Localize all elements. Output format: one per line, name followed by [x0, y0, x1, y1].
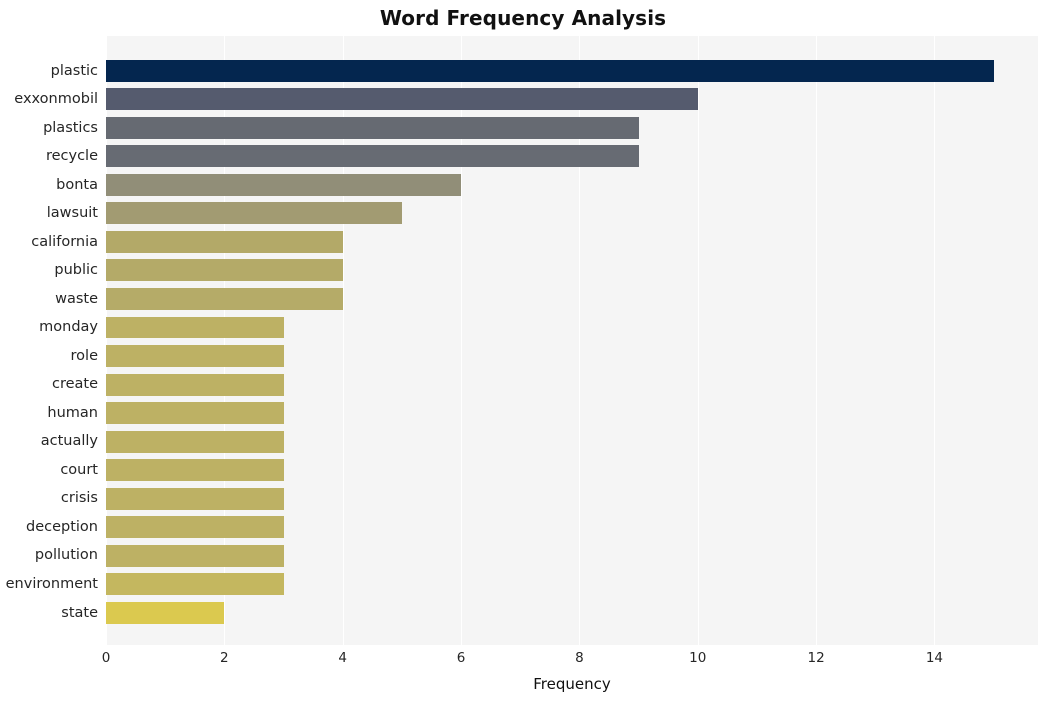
x-axis-tick-10: 10	[689, 650, 707, 666]
y-axis-label-create: create	[51, 376, 98, 393]
bar[interactable]	[106, 202, 402, 225]
bar-row[interactable]	[106, 228, 1038, 257]
x-axis-tick-2: 2	[220, 650, 229, 666]
bar-row[interactable]	[106, 171, 1038, 200]
x-axis-title: Frequency	[533, 675, 611, 693]
y-axis-label-deception: deception	[26, 518, 98, 535]
y-axis-label-california: california	[31, 233, 98, 250]
bar[interactable]	[106, 230, 343, 253]
y-axis-label-public: public	[54, 262, 98, 279]
y-axis-label-role: role	[70, 347, 98, 364]
y-axis-label-court: court	[60, 461, 98, 478]
bar-row[interactable]	[106, 199, 1038, 228]
y-axis-label-lawsuit: lawsuit	[46, 205, 98, 222]
bar[interactable]	[106, 316, 284, 339]
bar-row[interactable]	[106, 456, 1038, 485]
bar[interactable]	[106, 516, 284, 539]
bar[interactable]	[106, 59, 994, 82]
bar-row[interactable]	[106, 570, 1038, 599]
bar[interactable]	[106, 430, 284, 453]
x-axis-tick-14: 14	[925, 650, 944, 666]
bar[interactable]	[106, 544, 284, 567]
y-axis-label-pollution: pollution	[34, 547, 98, 564]
y-axis-label-exxonmobil: exxonmobil	[14, 91, 98, 108]
bar-row[interactable]	[106, 85, 1038, 114]
bar[interactable]	[106, 573, 284, 596]
bar-row[interactable]	[106, 599, 1038, 628]
x-axis-tick-12: 12	[807, 650, 825, 666]
y-axis-label-human: human	[47, 404, 98, 421]
y-axis-label-waste: waste	[55, 290, 98, 307]
bar-row[interactable]	[106, 427, 1038, 456]
y-axis-label-monday: monday	[39, 319, 98, 336]
y-axis-label-plastics: plastics	[43, 119, 98, 136]
x-axis-tick-0: 0	[101, 650, 111, 666]
x-axis-tick-6: 6	[456, 650, 466, 666]
bar[interactable]	[106, 173, 462, 196]
bar[interactable]	[106, 88, 698, 111]
bar[interactable]	[106, 487, 284, 510]
bar-row[interactable]	[106, 57, 1038, 86]
y-axis-label-environment: environment	[5, 575, 98, 592]
word-frequency-chart: Word Frequency Analysis plastic exxonmobi…	[0, 0, 1046, 701]
bar[interactable]	[106, 345, 284, 367]
x-axis-tick-4: 4	[338, 650, 347, 666]
y-axis-labels: plastic exxonmobil plastics recycle bonta law…	[0, 36, 98, 645]
y-axis-label-state: state	[61, 604, 98, 621]
bar-row[interactable]	[106, 114, 1038, 143]
bar[interactable]	[106, 459, 284, 482]
y-axis-label-actually: actually	[40, 433, 98, 450]
x-axis-tick-8: 8	[575, 650, 584, 666]
bar[interactable]	[106, 373, 284, 396]
plot-area	[106, 36, 1038, 645]
y-axis-label-bonta: bonta	[56, 176, 98, 193]
bar-row[interactable]	[106, 142, 1038, 171]
bar[interactable]	[106, 259, 343, 282]
bar[interactable]	[106, 402, 284, 425]
y-axis-label-crisis: crisis	[60, 490, 98, 507]
bar-row[interactable]	[106, 484, 1038, 513]
bar[interactable]	[106, 145, 639, 168]
bar[interactable]	[106, 601, 225, 624]
bar-row[interactable]	[106, 399, 1038, 428]
y-axis-label-recycle: recycle	[45, 148, 98, 165]
bar-row[interactable]	[106, 313, 1038, 342]
chart-title: Word Frequency Analysis	[379, 6, 667, 30]
bar-row[interactable]	[106, 513, 1038, 542]
y-axis-label-plastic: plastic	[50, 62, 98, 79]
bar-row[interactable]	[106, 541, 1038, 570]
bar-row[interactable]	[106, 256, 1038, 285]
bar[interactable]	[106, 288, 343, 310]
bar-row[interactable]	[106, 285, 1038, 314]
bar-row[interactable]	[106, 342, 1038, 371]
bar-row[interactable]	[106, 370, 1038, 399]
bar[interactable]	[106, 116, 639, 139]
